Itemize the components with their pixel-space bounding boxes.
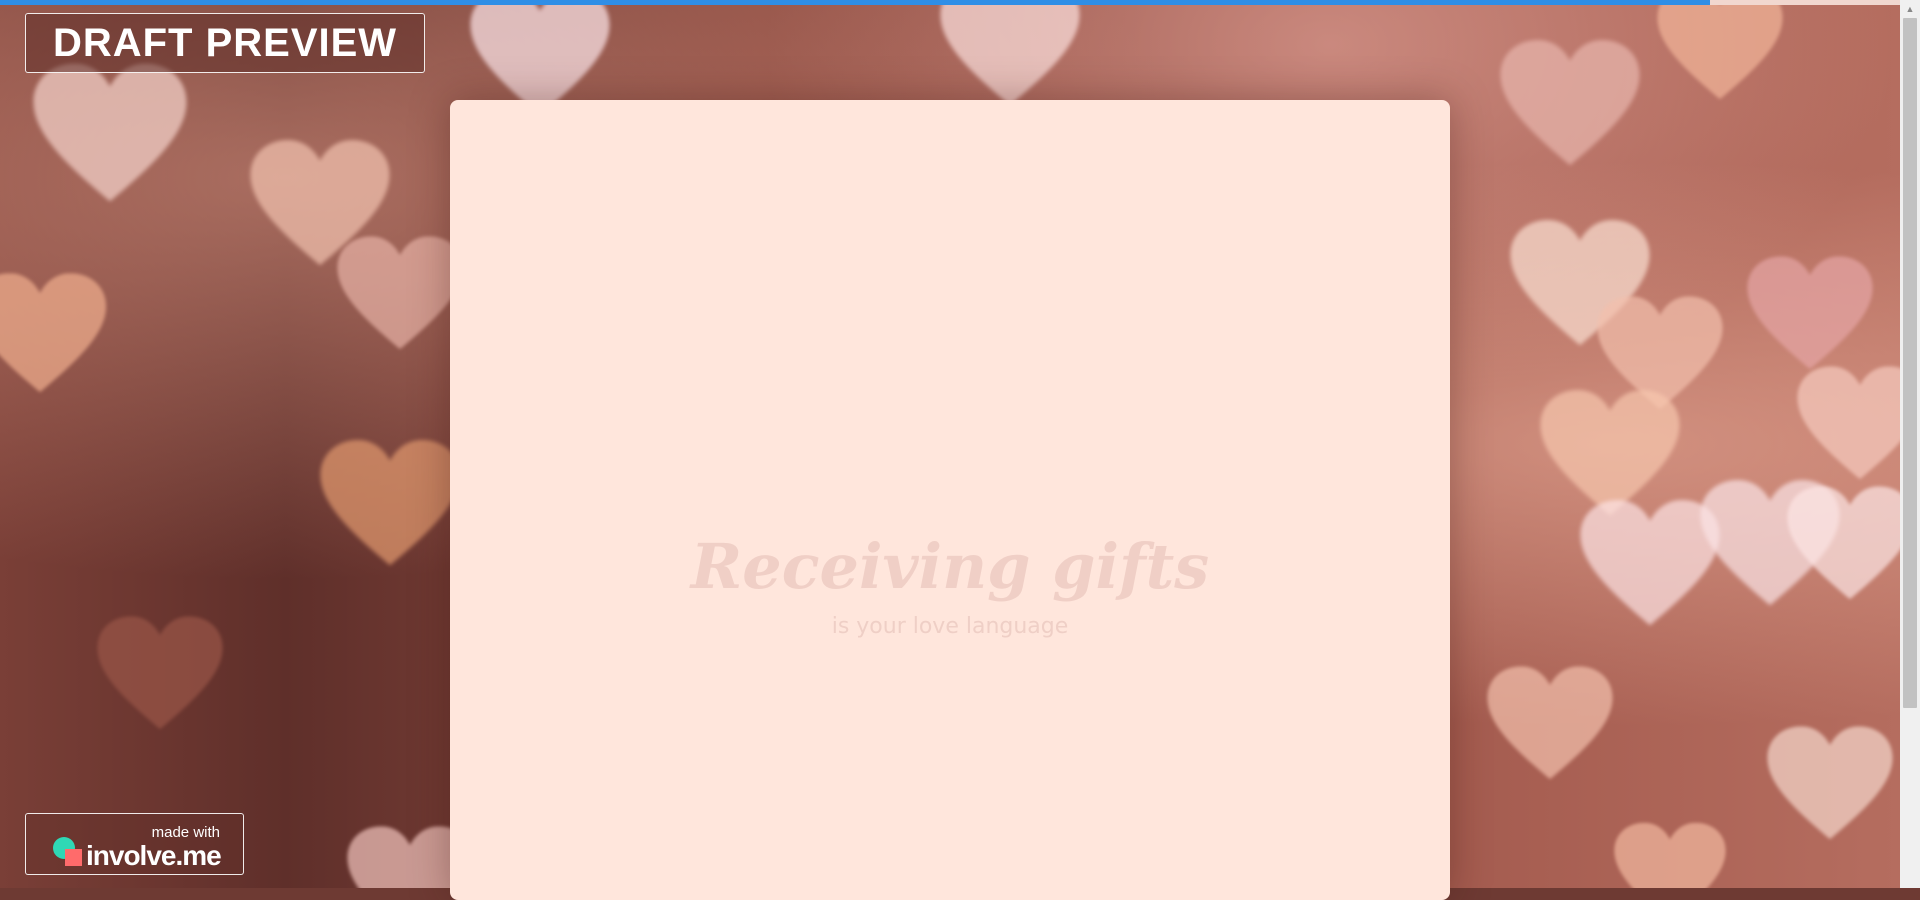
- brand-name: involve.me: [86, 840, 222, 871]
- heart-decoration: [1487, 666, 1613, 781]
- progress-bar: [0, 0, 1900, 5]
- heart-decoration: [1580, 500, 1720, 628]
- vertical-scrollbar[interactable]: ▲: [1900, 0, 1920, 888]
- heart-decoration: [1747, 256, 1873, 371]
- heart-decoration: [33, 63, 187, 205]
- content-card: Receiving gifts is your love language: [450, 100, 1450, 900]
- scrollbar-thumb[interactable]: [1903, 18, 1917, 708]
- heart-decoration: [1500, 40, 1640, 168]
- heart-decoration: [940, 0, 1080, 108]
- heart-decoration: [320, 440, 460, 568]
- heart-decoration: [1657, 0, 1783, 102]
- heart-decoration: [97, 616, 223, 731]
- made-with-text: made with: [151, 824, 220, 841]
- scroll-up-icon[interactable]: ▲: [1900, 0, 1920, 18]
- heart-decoration: [1614, 822, 1726, 888]
- heart-decoration: [337, 236, 463, 351]
- made-with-involve-me-badge[interactable]: made with involve.me: [25, 813, 244, 875]
- card-title: Receiving gifts: [690, 530, 1210, 603]
- card-subtitle: is your love language: [831, 614, 1069, 639]
- heart-decoration: [0, 273, 107, 395]
- draft-preview-label: DRAFT PREVIEW: [25, 13, 425, 73]
- heart-decoration: [1540, 390, 1680, 518]
- heart-decoration: [1797, 366, 1900, 481]
- heart-decoration: [1767, 726, 1893, 841]
- progress-bar-fill: [0, 0, 1710, 5]
- involve-me-logo-icon: [53, 837, 82, 866]
- heart-decoration: [1787, 486, 1900, 601]
